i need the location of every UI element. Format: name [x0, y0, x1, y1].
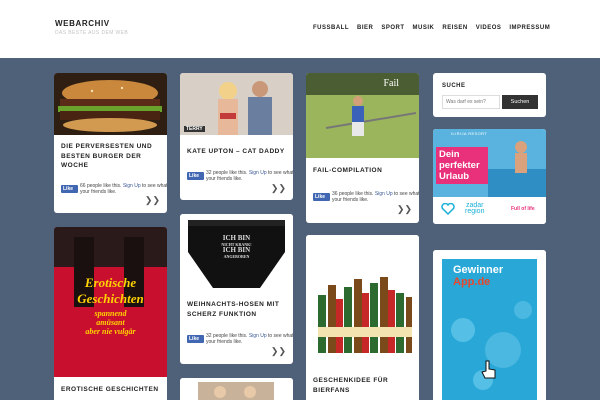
post-card-fail[interactable]: Fail FAIL-COMPILATION Like 36 people lik…	[306, 73, 419, 223]
main-nav: FUSSBALL BIER SPORT MUSIK REISEN VIDEOS …	[313, 25, 550, 31]
post-card-weihnachts-hosen[interactable]: ICH BIN NICHT KRANK! ICH BIN ANGEBOREN W…	[180, 214, 293, 364]
nav-item-reisen[interactable]: REISEN	[442, 25, 467, 31]
post-card-erotische-geschichten[interactable]: Erotische Geschichten spannend amüsant a…	[54, 227, 167, 400]
post-card-partial[interactable]	[180, 378, 293, 400]
nav-item-musik[interactable]: MUSIK	[413, 25, 435, 31]
chevron-right-icon[interactable]: ❯❯	[145, 195, 160, 206]
image-watermark: TERRY	[184, 126, 205, 132]
ad-banner-urlaub[interactable]: ILIRIJA RESORT Dein perfekter Urlaub zad…	[433, 129, 546, 224]
site-logo[interactable]: WEBARCHIV	[55, 19, 110, 28]
post-title[interactable]: KATE UPTON – CAT DADDY	[187, 147, 286, 157]
post-title[interactable]: DIE PERVERSESTEN UND BESTEN BURGER DER W…	[61, 142, 160, 171]
image-caption: Fail	[383, 78, 399, 89]
nav-item-bier[interactable]: BIER	[357, 25, 373, 31]
fb-like-text: 32 people like this. Sign Up to see what…	[206, 333, 293, 345]
fb-like-box: Like 32 people like this. Sign Up to see…	[187, 170, 293, 184]
ad-logo-text: Full of life	[511, 206, 535, 212]
chevron-right-icon[interactable]: ❯❯	[397, 204, 412, 215]
fb-like-button[interactable]: Like	[187, 172, 204, 180]
chevron-right-icon[interactable]: ❯❯	[271, 346, 286, 357]
ad-brand: ILIRIJA RESORT	[451, 131, 488, 136]
chevron-right-icon[interactable]: ❯❯	[271, 183, 286, 194]
fb-like-button[interactable]: Like	[187, 335, 204, 343]
fb-like-text: 36 people like this. Sign Up to see what…	[332, 191, 419, 203]
hand-cursor-icon	[481, 360, 496, 379]
heart-icon	[441, 203, 455, 215]
post-card-burger[interactable]: DIE PERVERSESTEN UND BESTEN BURGER DER W…	[54, 73, 167, 213]
burger-image[interactable]	[54, 73, 167, 135]
ad-headline: Dein perfekter Urlaub	[436, 147, 488, 184]
nav-item-fussball[interactable]: FUSSBALL	[313, 25, 349, 31]
fb-like-text: 66 people like this. Sign Up to see what…	[80, 183, 167, 195]
nav-item-impressum[interactable]: IMPRESSUM	[509, 25, 550, 31]
site-header: WEBARCHIV DAS BESTE AUS DEM WEB FUSSBALL…	[0, 0, 600, 58]
search-widget: SUCHE Suchen	[433, 73, 546, 117]
post-title[interactable]: GESCHENKIDEE FÜR BIERFANS	[313, 376, 412, 395]
fb-like-button[interactable]: Like	[313, 193, 330, 201]
image-text: ICH BIN NICHT KRANK! ICH BIN ANGEBOREN	[221, 234, 252, 259]
nav-item-videos[interactable]: VIDEOS	[476, 25, 502, 31]
post-title[interactable]: FAIL-COMPILATION	[313, 166, 412, 176]
ad-banner-gewinner-app[interactable]: Gewinner App.de	[433, 250, 546, 400]
site-tagline: DAS BESTE AUS DEM WEB	[55, 30, 129, 36]
fb-like-text: 32 people like this. Sign Up to see what…	[206, 170, 293, 182]
fail-image[interactable]	[306, 73, 419, 158]
fb-like-box: Like 32 people like this. Sign Up to see…	[187, 333, 293, 347]
search-input[interactable]	[442, 95, 500, 109]
fb-like-button[interactable]: Like	[61, 185, 78, 193]
post-card-bierfans[interactable]: GESCHENKIDEE FÜR BIERFANS	[306, 235, 419, 400]
bierfans-image[interactable]	[306, 235, 419, 365]
image-text: Erotische Geschichten spannend amüsant a…	[77, 275, 144, 336]
nav-item-sport[interactable]: SPORT	[381, 25, 404, 31]
post-title[interactable]: WEIHNACHTS-HOSEN MIT SCHERZ FUNKTION	[187, 300, 286, 319]
search-button[interactable]: Suchen	[502, 95, 538, 109]
post-title[interactable]: EROTISCHE GESCHICHTEN	[61, 385, 160, 395]
fb-like-box: Like 36 people like this. Sign Up to see…	[313, 191, 419, 205]
post-card-kate-upton[interactable]: TERRY KATE UPTON – CAT DADDY Like 32 peo…	[180, 73, 293, 200]
post-image[interactable]	[180, 378, 293, 400]
ad-region: zadar region	[465, 202, 485, 215]
search-title: SUCHE	[442, 83, 466, 89]
ad-headline: Gewinner App.de	[453, 264, 504, 288]
